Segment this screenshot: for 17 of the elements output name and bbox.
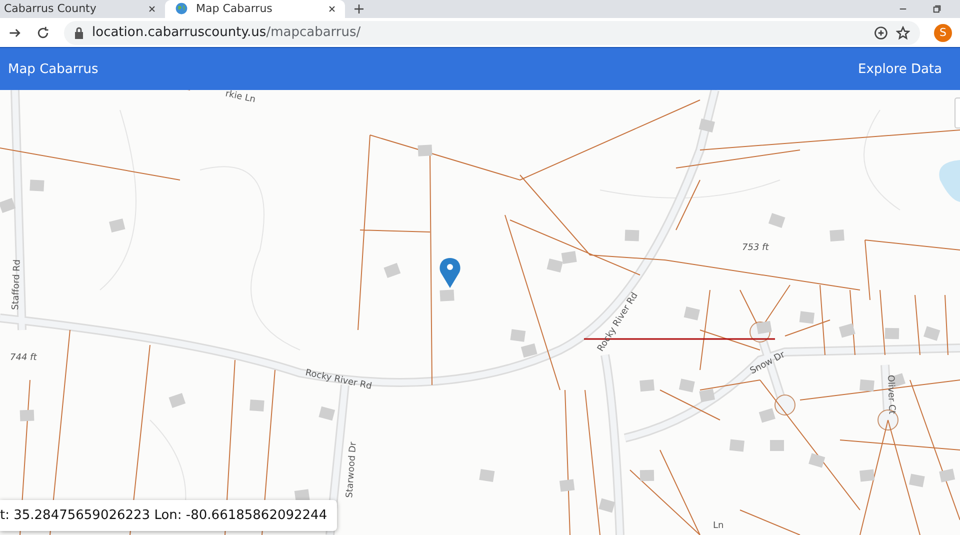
street-label: Starwood Dr: [345, 442, 359, 498]
street-label: Snow Dr: [748, 350, 787, 377]
lock-icon: [74, 26, 84, 39]
street-label: Oliver Ct: [885, 374, 896, 414]
elevation-label: 744 ft: [10, 353, 37, 363]
globe-icon: [175, 2, 188, 16]
street-label: Rocky River Rd: [304, 368, 372, 392]
explore-data-link[interactable]: Explore Data: [858, 62, 942, 77]
app-title: Map Cabarrus: [8, 62, 98, 77]
url-text: location.cabarruscounty.us/mapcabarrus/: [92, 25, 361, 40]
street-label: Ln: [713, 521, 724, 531]
map-pin-icon[interactable]: [440, 258, 460, 288]
elevation-label: 753 ft: [742, 243, 769, 253]
browser-tab[interactable]: Map Cabarrus: [165, 0, 345, 18]
address-bar[interactable]: location.cabarruscounty.us/mapcabarrus/: [64, 20, 920, 45]
coordinates-readout: t: 35.28475659026223 Lon: -80.66185862092244: [0, 500, 338, 531]
street-label: Stafford Rd: [11, 259, 23, 310]
